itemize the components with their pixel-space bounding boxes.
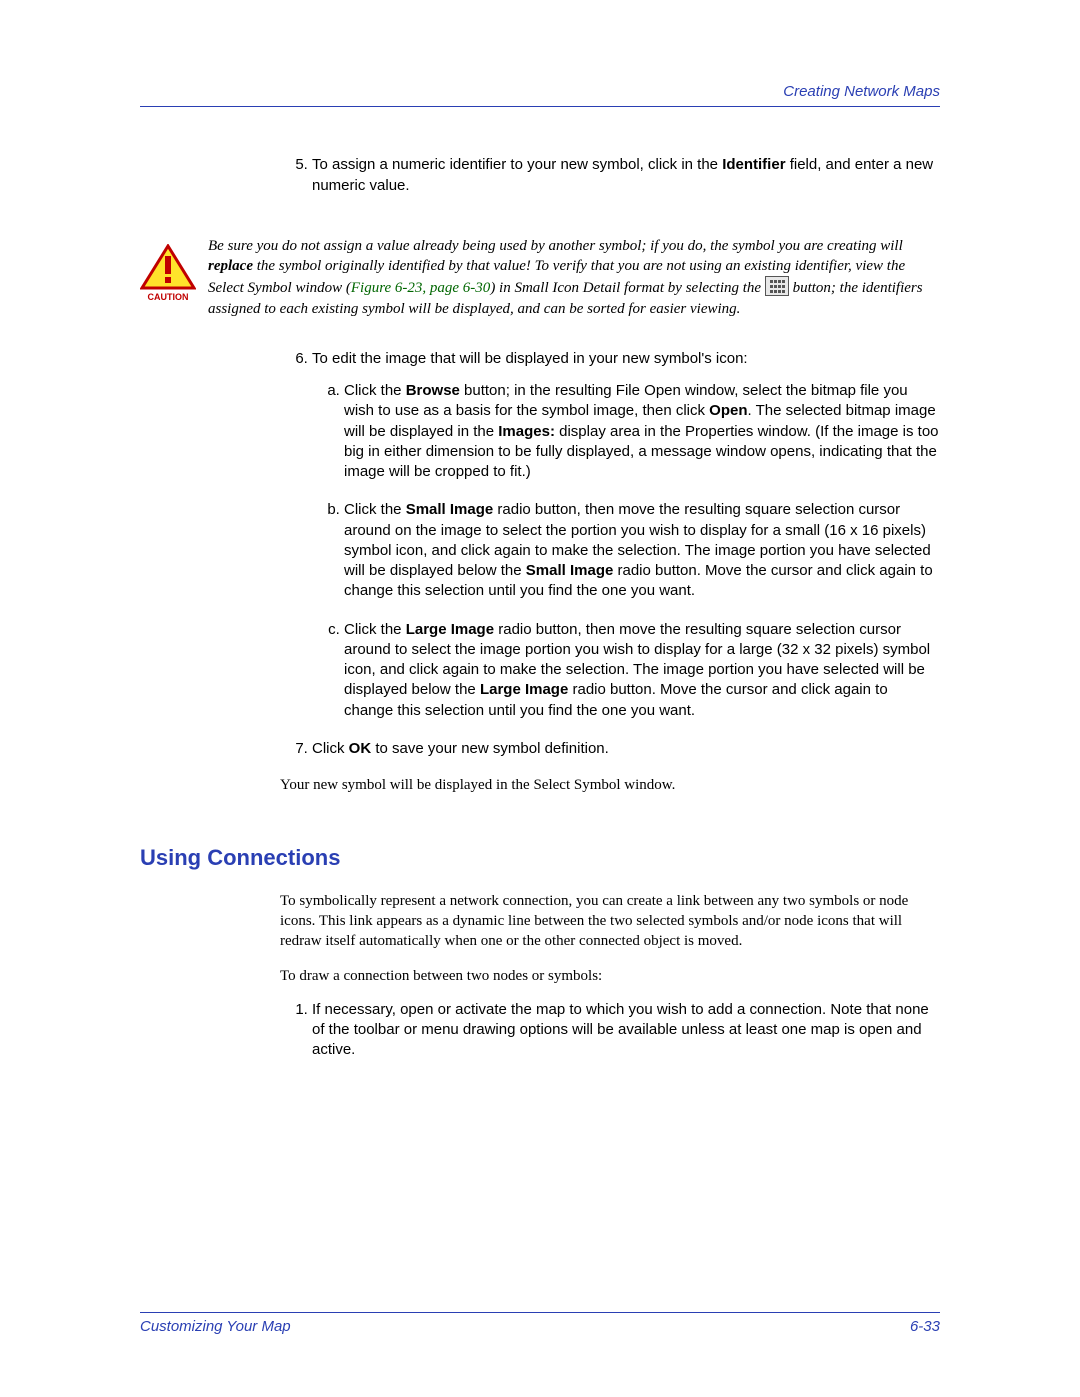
caution-text: Be sure you do not assign a value alread…: [208, 236, 940, 319]
connections-para2: To draw a connection between two nodes o…: [280, 966, 940, 986]
page-footer: Customizing Your Map 6-33: [140, 1312, 940, 1337]
step-6c: Click the Large Image radio button, then…: [344, 620, 940, 721]
footer-rule: [140, 1312, 940, 1313]
caution-block: CAUTION Be sure you do not assign a valu…: [140, 236, 940, 319]
step-6a: Click the Browse button; in the resultin…: [344, 381, 940, 482]
running-header: Creating Network Maps: [140, 82, 940, 106]
step-5-block: To assign a numeric identifier to your n…: [280, 155, 940, 196]
caution-seg1: Be sure you do not assign a value alread…: [208, 238, 903, 254]
s7-p2: to save your new symbol definition.: [371, 740, 609, 757]
svg-text:CAUTION: CAUTION: [148, 292, 189, 302]
connections-para1: To symbolically represent a network conn…: [280, 891, 940, 952]
step-5: To assign a numeric identifier to your n…: [312, 155, 940, 196]
caution-seg3: ) in Small Icon Detail format by selecti…: [490, 280, 765, 296]
s6a-p1: Click the: [344, 382, 406, 399]
open-label: Open: [709, 402, 747, 419]
footer-left: Customizing Your Map: [140, 1317, 291, 1337]
step-6-intro: To edit the image that will be displayed…: [312, 350, 748, 367]
small-image-label-1: Small Image: [406, 501, 494, 518]
caution-bold-replace: replace: [208, 258, 253, 274]
closing-sentence: Your new symbol will be displayed in the…: [280, 775, 940, 795]
s6b-p1: Click the: [344, 501, 406, 518]
small-image-label-2: Small Image: [526, 562, 614, 579]
s7-p1: Click: [312, 740, 349, 757]
header-rule: [140, 106, 940, 107]
step-6: To edit the image that will be displayed…: [312, 349, 940, 721]
figure-xref-link[interactable]: Figure 6-23, page 6-30: [351, 280, 490, 296]
steps-6-7-block: To edit the image that will be displayed…: [280, 349, 940, 796]
step-7: Click OK to save your new symbol definit…: [312, 739, 940, 759]
large-image-label-1: Large Image: [406, 621, 494, 638]
page: Creating Network Maps To assign a numeri…: [0, 0, 1080, 1397]
using-connections-heading: Using Connections: [140, 843, 940, 873]
using-connections-body: To symbolically represent a network conn…: [280, 891, 940, 1061]
large-image-label-2: Large Image: [480, 681, 568, 698]
caution-icon: CAUTION: [140, 236, 208, 304]
identifier-field-label: Identifier: [722, 156, 785, 173]
browse-label: Browse: [406, 382, 460, 399]
s6c-p1: Click the: [344, 621, 406, 638]
images-label: Images:: [498, 423, 555, 440]
page-number: 6-33: [910, 1317, 940, 1337]
step-5-text-a: To assign a numeric identifier to your n…: [312, 156, 722, 173]
small-icon-detail-button-icon: [765, 276, 789, 296]
connections-step-1: If necessary, open or activate the map t…: [312, 1000, 940, 1061]
ok-label: OK: [349, 740, 372, 757]
step-6b: Click the Small Image radio button, then…: [344, 500, 940, 601]
